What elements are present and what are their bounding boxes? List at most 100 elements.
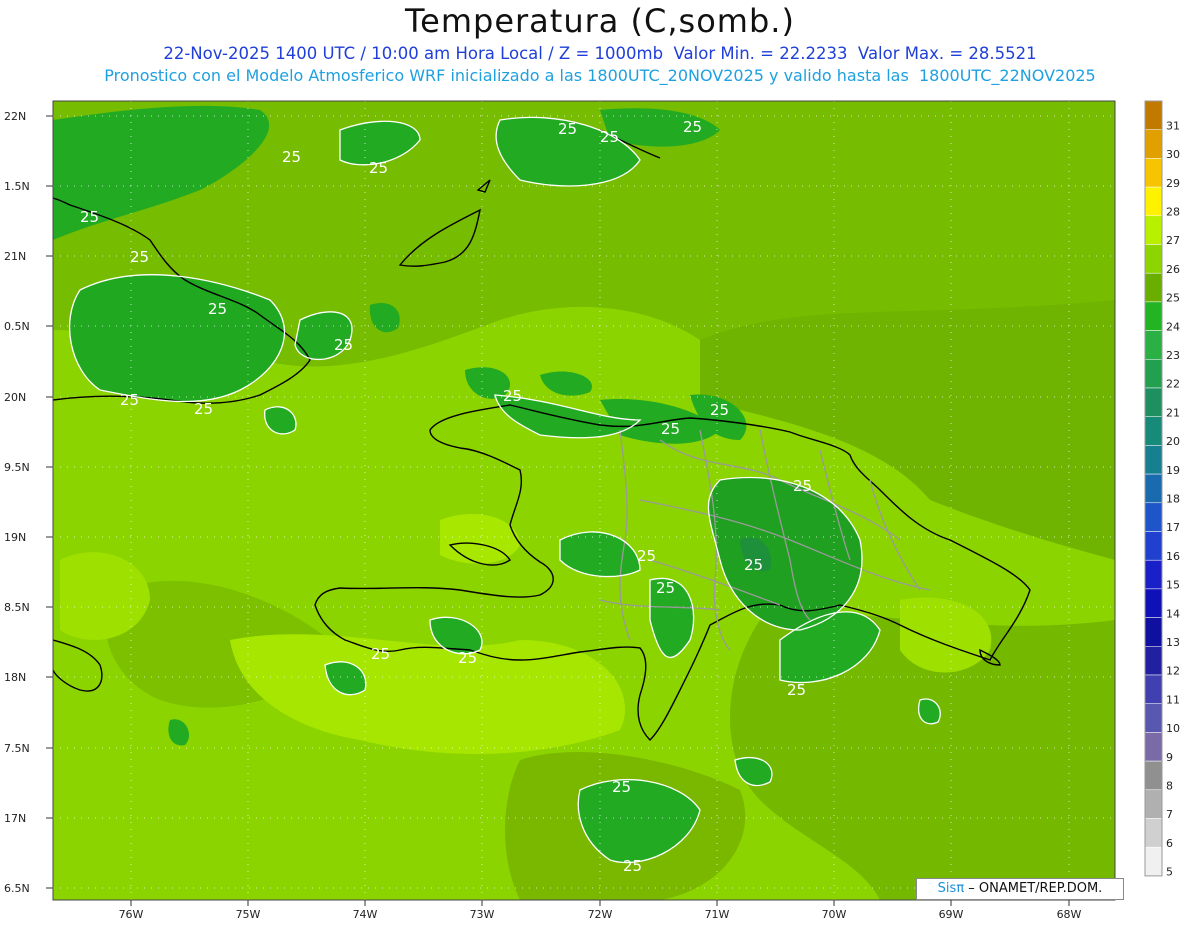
colorbar-label: 13: [1166, 636, 1180, 649]
colorbar-label: 11: [1166, 693, 1180, 706]
colorbar-label: 7: [1166, 808, 1173, 821]
colorbar-label: 30: [1166, 148, 1180, 161]
contour-label: 25: [194, 400, 213, 418]
longitude-axis: 76W 75W 74W 73W 72W 71W 70W 69W 68W: [119, 900, 1082, 921]
colorbar-label: 25: [1166, 292, 1180, 305]
contour-label: 25: [600, 128, 619, 146]
credit-text: – ONAMET/REP.DOM.: [968, 881, 1103, 896]
colorbar-label: 19: [1166, 464, 1180, 477]
sistt-logo-text: Sisπ: [937, 881, 965, 896]
temperature-field: [53, 101, 1115, 900]
colorbar-label: 18: [1166, 492, 1180, 505]
colorbar-swatch: [1144, 588, 1163, 618]
lon-label: 73W: [470, 908, 495, 921]
colorbar-swatch: [1144, 502, 1163, 532]
colorbar-swatch: [1144, 272, 1163, 303]
contour-label: 25: [208, 300, 227, 318]
contour-label: 25: [80, 208, 99, 226]
colorbar-label: 24: [1166, 320, 1180, 333]
colorbar-swatch: [1144, 531, 1163, 561]
lon-label: 72W: [588, 908, 613, 921]
contour-label: 25: [371, 645, 390, 663]
temperature-map: 25 25 25 25 25 25 25 25 25 25 25 25 25 2…: [4, 100, 1180, 921]
colorbar-swatch: [1144, 846, 1163, 877]
colorbar-label: 27: [1166, 234, 1180, 247]
colorbar-swatch: [1144, 473, 1163, 504]
contour-label: 25: [558, 120, 577, 138]
contour-label: 25: [282, 148, 301, 166]
colorbar-swatch: [1144, 158, 1163, 188]
contour-label: 25: [369, 159, 388, 177]
colorbar-swatch: [1144, 330, 1163, 360]
lat-label: 20N: [4, 391, 26, 404]
lon-label: 74W: [353, 908, 378, 921]
colorbar-swatch: [1144, 301, 1163, 331]
lat-label: 18N: [4, 671, 26, 684]
lon-label: 69W: [939, 908, 964, 921]
lat-label: 22N: [4, 110, 26, 123]
lat-label: 1.5N: [4, 180, 30, 193]
contour-label: 25: [656, 579, 675, 597]
lat-label: 19N: [4, 531, 26, 544]
contour-label: 25: [787, 681, 806, 699]
lon-label: 68W: [1057, 908, 1082, 921]
contour-label: 25: [503, 387, 522, 405]
lon-label: 76W: [119, 908, 144, 921]
contour-label: 25: [130, 248, 149, 266]
contour-label: 25: [637, 547, 656, 565]
contour-label: 25: [120, 391, 139, 409]
lat-label: 17N: [4, 812, 26, 825]
colorbar-swatch: [1144, 387, 1163, 417]
colorbar-swatch: [1144, 703, 1163, 733]
lat-label: 21N: [4, 250, 26, 263]
colorbar-swatch: [1144, 818, 1163, 848]
contour-label: 25: [793, 477, 812, 495]
contour-label: 25: [623, 857, 642, 875]
colorbar-swatch: [1144, 445, 1163, 475]
contour-label: 25: [710, 401, 729, 419]
latitude-axis: 22N 1.5N 21N 0.5N 20N 9.5N 19N 8.5N 18N …: [4, 110, 53, 895]
contour-label: 25: [661, 420, 680, 438]
colorbar-swatch: [1144, 215, 1163, 245]
colorbar-swatch: [1144, 100, 1163, 130]
colorbar-label: 21: [1166, 406, 1180, 419]
colorbar-swatch: [1144, 186, 1163, 217]
colorbar-swatch: [1144, 244, 1163, 274]
colorbar-swatch: [1144, 559, 1163, 590]
colorbar-swatch: [1144, 129, 1163, 159]
contour-label: 25: [334, 336, 353, 354]
lat-label: 9.5N: [4, 461, 30, 474]
colorbar-swatch: [1144, 760, 1163, 791]
contour-label: 25: [683, 118, 702, 136]
colorbar: 31 30 29 28 27 26 25 24 23 22 21 20 19 18 17 16 15 14 13 12…: [1144, 100, 1180, 879]
contour-label: 25: [458, 649, 477, 667]
colorbar-label: 9: [1166, 751, 1173, 764]
colorbar-label: 28: [1166, 205, 1180, 218]
colorbar-label: 26: [1166, 263, 1180, 276]
lon-label: 71W: [705, 908, 730, 921]
colorbar-swatch: [1144, 789, 1163, 819]
contour-label: 25: [612, 778, 631, 796]
colorbar-swatch: [1144, 617, 1163, 647]
lat-label: 0.5N: [4, 320, 30, 333]
colorbar-swatch: [1144, 416, 1163, 446]
colorbar-swatch: [1144, 674, 1163, 704]
colorbar-label: 8: [1166, 780, 1173, 793]
lon-label: 70W: [822, 908, 847, 921]
lat-label: 6.5N: [4, 882, 30, 895]
contour-label: 25: [744, 556, 763, 574]
pi-symbol: π: [956, 881, 965, 896]
colorbar-label: 29: [1166, 177, 1180, 190]
colorbar-label: 31: [1166, 119, 1180, 132]
lon-label: 75W: [236, 908, 261, 921]
colorbar-label: 12: [1166, 665, 1180, 678]
colorbar-label: 10: [1166, 722, 1180, 735]
colorbar-label: 20: [1166, 435, 1180, 448]
colorbar-label: 5: [1166, 866, 1173, 879]
colorbar-swatch: [1144, 732, 1163, 762]
colorbar-label: 14: [1166, 607, 1180, 620]
credit-box: Sisπ – ONAMET/REP.DOM.: [916, 878, 1124, 900]
colorbar-label: 16: [1166, 550, 1180, 563]
colorbar-label: 23: [1166, 349, 1180, 362]
colorbar-label: 6: [1166, 837, 1173, 850]
